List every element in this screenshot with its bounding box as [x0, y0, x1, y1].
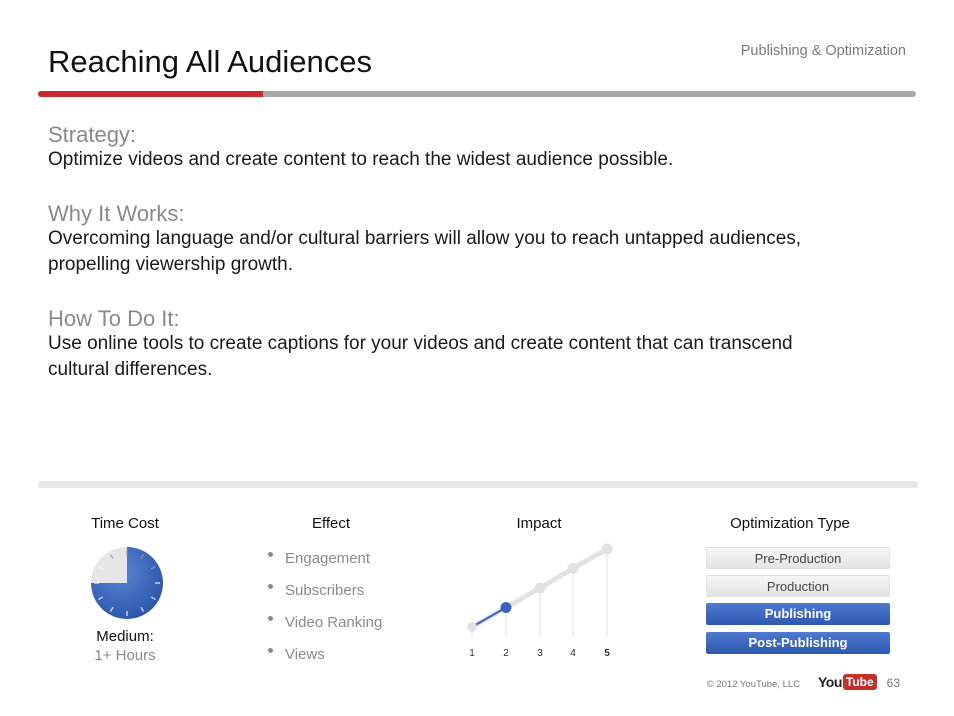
bullet-icon — [268, 551, 273, 557]
effect-item-label: Subscribers — [285, 582, 365, 599]
impact-point — [467, 622, 477, 632]
impact-point — [567, 563, 579, 574]
effect-item: Subscribers — [268, 582, 364, 599]
impact-level-line — [471, 606, 507, 628]
opt-production: Production — [706, 575, 890, 597]
opt-publishing: Publishing — [706, 603, 890, 625]
impact-point — [534, 582, 546, 594]
strategy-heading: Strategy: — [48, 122, 137, 147]
impact-tick-label: 4 — [570, 648, 576, 659]
strategy-text: Optimize videos and create content to re… — [48, 149, 674, 170]
page-title: Reaching All Audiences — [48, 44, 373, 79]
how-text: Use online tools to create captions for … — [48, 333, 793, 380]
logo-you: You — [818, 673, 842, 690]
impact-chart: 1 2 3 4 5 — [467, 543, 613, 659]
page-number: 63 — [886, 676, 900, 690]
why-heading: Why It Works: — [48, 201, 185, 226]
bullet-icon — [268, 615, 273, 621]
section-label: Publishing & Optimization — [740, 43, 906, 59]
impact-tick-label: 3 — [537, 648, 543, 659]
youtube-logo: You Tube — [818, 673, 877, 693]
bullet-icon — [268, 647, 273, 653]
impact-tick-label: 2 — [503, 648, 509, 659]
opt-pre-production: Pre-Production — [706, 547, 890, 569]
time-cost-detail: 1+ Hours — [94, 647, 156, 664]
impact-label: Impact — [516, 515, 562, 532]
copyright: © 2012 YouTube, LLC — [706, 679, 800, 690]
clock-icon — [91, 547, 163, 619]
effect-item-label: Engagement — [285, 550, 371, 567]
title-rule — [263, 91, 916, 97]
time-cost-label: Time Cost — [91, 515, 159, 532]
how-heading: How To Do It: — [48, 306, 180, 331]
title-rule-accent — [38, 91, 265, 97]
logo-tube: Tube — [842, 673, 877, 690]
effect-item-label: Views — [285, 646, 325, 663]
effect-item: Engagement — [268, 550, 370, 567]
opt-post-publishing: Post-Publishing — [706, 632, 890, 654]
impact-point — [500, 602, 512, 613]
effect-label: Effect — [311, 515, 351, 532]
impact-point — [601, 543, 613, 555]
effect-item: Video Ranking — [268, 614, 382, 631]
impact-tick-label: 1 — [469, 648, 475, 659]
effect-item: Views — [268, 646, 325, 663]
bullet-icon — [268, 583, 273, 589]
effect-item-label: Video Ranking — [285, 614, 383, 631]
optimization-type-label: Optimization Type — [730, 515, 850, 532]
time-cost-value: Medium: — [96, 628, 154, 645]
why-text: Overcoming language and/or cultural barr… — [48, 228, 802, 275]
panel-divider — [38, 481, 918, 488]
impact-tick-label: 5 — [604, 648, 610, 659]
